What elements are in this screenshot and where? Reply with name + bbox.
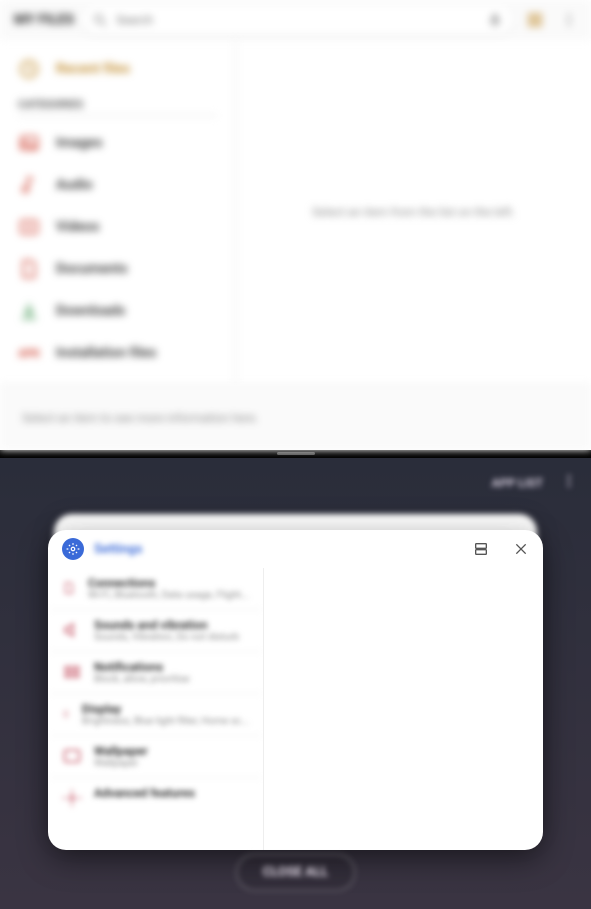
close-all-button[interactable]: CLOSE ALL [236, 854, 355, 891]
settings-row-sub: Sounds, Vibration, Do not disturb [94, 632, 249, 643]
music-icon [18, 174, 40, 196]
sidebar-item-videos[interactable]: Videos [0, 206, 235, 248]
recent-card-header: Settings [48, 530, 543, 568]
close-icon[interactable] [513, 541, 529, 557]
myfiles-main-pane: Select an item from the list on the left… [236, 40, 591, 384]
sidebar-item-label: Installation files [56, 345, 156, 361]
document-icon [18, 258, 40, 280]
settings-row-notifications[interactable]: Notifications Block, allow, prioritise [48, 652, 263, 694]
recents-header: APP LIST [0, 458, 591, 508]
categories-header: CATEGORIES [0, 90, 235, 122]
download-icon [18, 300, 40, 322]
split-grabber[interactable] [0, 450, 591, 458]
settings-row-title: Display [82, 702, 249, 716]
grid-view-icon[interactable] [527, 12, 543, 28]
more-icon[interactable] [561, 473, 577, 493]
sidebar-item-label: Documents [56, 261, 128, 277]
settings-row-sub: Brightness, Blue light filter, Home sc..… [82, 716, 249, 727]
more-icon[interactable] [561, 12, 577, 28]
settings-sidebar: Connections Wi-Fi, Bluetooth, Data usage… [48, 568, 264, 850]
sidebar-item-label: Audio [56, 177, 93, 193]
apk-icon: APK [18, 342, 40, 364]
settings-row-sub: Wi-Fi, Bluetooth, Data usage, Flight... [88, 590, 249, 601]
sidebar-item-documents[interactable]: Documents [0, 248, 235, 290]
settings-row-sub: Block, allow, prioritise [94, 674, 249, 685]
video-icon [18, 216, 40, 238]
myfiles-sidebar: Recent files CATEGORIES Images Audio Vid… [0, 40, 236, 384]
myfiles-header: MY FILES [0, 0, 591, 40]
sidebar-item-images[interactable]: Images [0, 122, 235, 164]
grabber-handle-icon [277, 452, 315, 455]
settings-row-wallpaper[interactable]: Wallpaper Wallpaper [48, 736, 263, 778]
settings-row-title: Advanced features [94, 786, 249, 800]
sidebar-item-label: Images [56, 135, 102, 151]
wallpaper-icon [62, 746, 82, 766]
settings-row-display[interactable]: Display Brightness, Blue light filter, H… [48, 694, 263, 736]
myfiles-body: Recent files CATEGORIES Images Audio Vid… [0, 40, 591, 384]
app-list-button[interactable]: APP LIST [492, 476, 543, 490]
sidebar-item-label: Downloads [56, 303, 125, 319]
notifications-icon [62, 662, 82, 682]
info-message: Select an item to see more information h… [22, 411, 258, 425]
search-bar[interactable] [82, 5, 513, 35]
settings-app-icon[interactable] [62, 538, 84, 560]
settings-row-advanced[interactable]: Advanced features [48, 778, 263, 816]
display-icon [62, 704, 70, 724]
sidebar-item-apk[interactable]: APK Installation files [0, 332, 235, 374]
settings-detail-pane [264, 568, 543, 850]
empty-message: Select an item from the list on the left… [312, 205, 515, 219]
recent-card-app-name: Settings [94, 542, 142, 557]
sidebar-item-recent[interactable]: Recent files [0, 48, 235, 90]
search-icon [92, 12, 108, 28]
recent-app-card-settings[interactable]: Settings Connections Wi-Fi, Bluetooth, D… [48, 530, 543, 850]
search-input[interactable] [116, 13, 479, 27]
settings-row-sub: Wallpaper [94, 758, 249, 769]
connections-icon [62, 578, 76, 598]
info-strip: Select an item to see more information h… [0, 384, 591, 450]
mic-icon[interactable] [487, 12, 503, 28]
sound-icon [62, 620, 82, 640]
recent-card-body: Connections Wi-Fi, Bluetooth, Data usage… [48, 568, 543, 850]
sidebar-item-audio[interactable]: Audio [0, 164, 235, 206]
settings-row-sounds[interactable]: Sounds and vibration Sounds, Vibration, … [48, 610, 263, 652]
image-icon [18, 132, 40, 154]
split-window-icon[interactable] [473, 541, 489, 557]
sidebar-item-downloads[interactable]: Downloads [0, 290, 235, 332]
clock-icon [18, 58, 40, 80]
settings-row-title: Sounds and vibration [94, 618, 249, 632]
settings-row-title: Connections [88, 576, 249, 590]
advanced-icon [62, 788, 82, 808]
app-title: MY FILES [14, 12, 74, 28]
settings-row-title: Wallpaper [94, 744, 249, 758]
settings-row-title: Notifications [94, 660, 249, 674]
recents-pane: APP LIST Settings Connect [0, 458, 591, 909]
sidebar-item-label: Recent files [56, 61, 130, 77]
settings-row-connections[interactable]: Connections Wi-Fi, Bluetooth, Data usage… [48, 568, 263, 610]
sidebar-item-label: Videos [56, 219, 99, 235]
